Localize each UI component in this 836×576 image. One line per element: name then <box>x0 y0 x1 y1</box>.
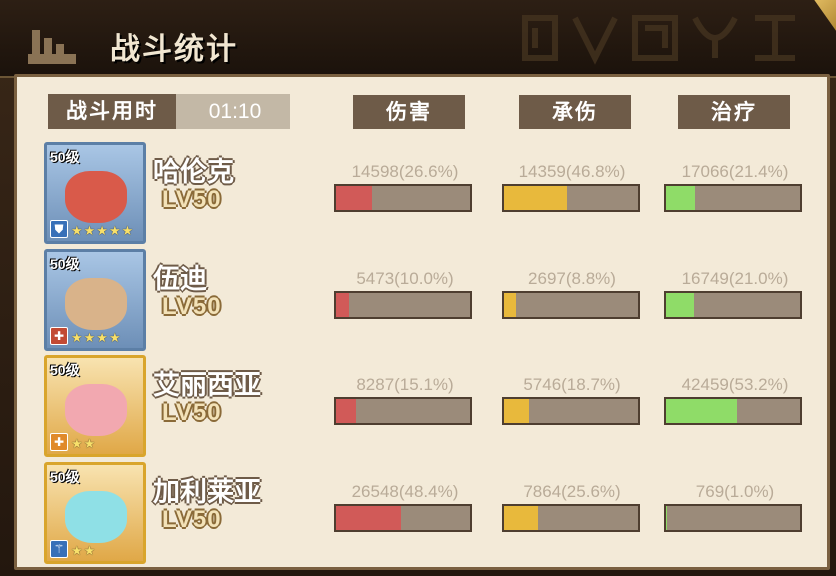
column-header-taken: 承伤 <box>519 95 631 129</box>
heal-bar <box>664 504 802 532</box>
heal-value: 42459(53.2%) <box>681 375 789 394</box>
taken-bar-fill <box>504 399 530 423</box>
heal-bar-fill <box>666 293 695 317</box>
cross-class-icon: ✚ <box>50 327 68 345</box>
heal-value: 16749(21.0%) <box>681 269 789 288</box>
damage-value: 26548(48.4%) <box>351 482 459 501</box>
heal-bar <box>664 184 802 212</box>
damage-bar-fill <box>336 293 350 317</box>
hero-name: 伍迪 <box>153 264 207 295</box>
hero-name: 加利莱亚 <box>153 477 261 508</box>
hero-name: 艾丽西亚 <box>153 370 261 401</box>
staff-class-icon: ⚚ <box>50 540 68 558</box>
cross-class-icon: ✚ <box>50 433 68 451</box>
battle-time-label: 战斗用时 <box>48 94 176 129</box>
heal-bar-fill <box>666 506 668 530</box>
damage-value: 5473(10.0%) <box>356 269 454 288</box>
hero-level-badge: 50级 <box>50 256 80 272</box>
taken-bar <box>502 504 640 532</box>
damage-bar <box>334 397 472 425</box>
taken-value: 14359(46.8%) <box>518 162 626 181</box>
hero-row: 50级 ⛊ ★★★★★ 哈伦克 LV50 14598(26.6%) 14359(… <box>0 142 836 248</box>
hero-level-badge: 50级 <box>50 469 80 485</box>
heal-value: 17066(21.4%) <box>681 162 789 181</box>
hero-level: LV50 <box>162 186 222 213</box>
damage-bar <box>334 291 472 319</box>
taken-bar-fill <box>504 293 516 317</box>
taken-value: 2697(8.8%) <box>528 269 616 288</box>
star-rating: ★★★★ <box>71 331 122 346</box>
hero-portrait <box>65 384 127 436</box>
shield-class-icon: ⛊ <box>50 220 68 238</box>
column-header-heal: 治疗 <box>678 95 790 129</box>
damage-bar-fill <box>336 186 372 210</box>
header-bar: 战斗统计 <box>0 0 836 78</box>
hero-portrait <box>65 171 127 223</box>
hero-avatar[interactable]: 50级 ⚚ ★★ <box>44 462 146 564</box>
heal-bar <box>664 397 802 425</box>
hero-row: 50级 ✚ ★★★★ 伍迪 LV50 5473(10.0%) 2697(8.8%… <box>0 249 836 355</box>
star-rating: ★★★★★ <box>71 224 135 239</box>
page-title: 战斗统计 <box>110 32 238 67</box>
hero-row: 50级 ✚ ★★ 艾丽西亚 LV50 8287(15.1%) 5746(18.7… <box>0 355 836 461</box>
damage-bar-fill <box>336 399 357 423</box>
hero-level: LV50 <box>162 399 222 426</box>
header-decoration <box>515 8 825 68</box>
star-rating: ★★ <box>71 437 97 452</box>
damage-bar <box>334 184 472 212</box>
taken-value: 5746(18.7%) <box>523 375 621 394</box>
taken-bar <box>502 291 640 319</box>
heal-value: 769(1.0%) <box>695 482 775 501</box>
taken-bar <box>502 184 640 212</box>
heal-bar-fill <box>666 186 695 210</box>
column-header-damage: 伤害 <box>353 95 465 129</box>
hero-level-badge: 50级 <box>50 149 80 165</box>
battle-time-value: 01:10 <box>208 100 262 123</box>
star-rating: ★★ <box>71 544 97 559</box>
taken-bar-fill <box>504 186 567 210</box>
hero-name: 哈伦克 <box>153 157 234 188</box>
damage-bar-fill <box>336 506 401 530</box>
heal-bar-fill <box>666 399 738 423</box>
hero-level-badge: 50级 <box>50 362 80 378</box>
hero-avatar[interactable]: 50级 ✚ ★★★★ <box>44 249 146 351</box>
hero-portrait <box>65 278 127 330</box>
damage-value: 8287(15.1%) <box>356 375 454 394</box>
taken-value: 7864(25.6%) <box>523 482 621 501</box>
hero-avatar[interactable]: 50级 ⛊ ★★★★★ <box>44 142 146 244</box>
taken-bar <box>502 397 640 425</box>
stats-icon <box>24 24 80 68</box>
taken-bar-fill <box>504 506 539 530</box>
heal-bar <box>664 291 802 319</box>
hero-portrait <box>65 491 127 543</box>
hero-level: LV50 <box>162 506 222 533</box>
damage-value: 14598(26.6%) <box>351 162 459 181</box>
hero-avatar[interactable]: 50级 ✚ ★★ <box>44 355 146 457</box>
damage-bar <box>334 504 472 532</box>
hero-level: LV50 <box>162 293 222 320</box>
hero-row: 50级 ⚚ ★★ 加利莱亚 LV50 26548(48.4%) 7864(25.… <box>0 462 836 568</box>
